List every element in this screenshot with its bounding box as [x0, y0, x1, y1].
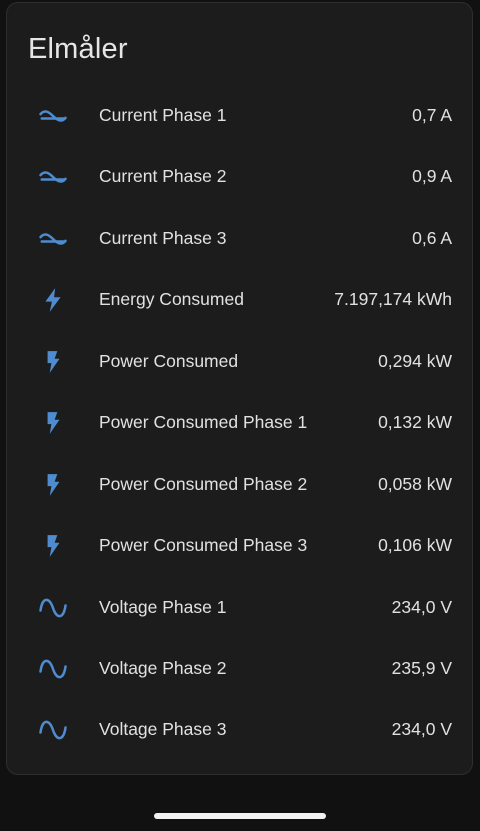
- entities-card: Elmåler Current Phase 1 0,7 A Current Ph…: [6, 2, 473, 775]
- entity-name: Power Consumed Phase 1: [99, 412, 308, 433]
- entity-value: 7.197,174 kWh: [334, 289, 452, 310]
- entity-value: 0,132 kW: [378, 412, 452, 433]
- entity-row-power-consumed-phase-1[interactable]: Power Consumed Phase 1 0,132 kW: [7, 392, 472, 453]
- entity-list: Current Phase 1 0,7 A Current Phase 2 0,…: [7, 85, 472, 761]
- entity-value: 234,0 V: [391, 596, 452, 617]
- entity-name: Voltage Phase 3: [99, 719, 227, 740]
- current-ac-icon: [35, 159, 71, 195]
- entity-value: 234,0 V: [391, 719, 452, 740]
- entity-name: Voltage Phase 2: [99, 657, 227, 678]
- entity-row-power-consumed[interactable]: Power Consumed 0,294 kW: [7, 331, 472, 392]
- sine-wave-icon: [35, 651, 71, 687]
- entity-row-current-phase-3[interactable]: Current Phase 3 0,6 A: [7, 208, 472, 269]
- flash-icon: [35, 344, 71, 380]
- entity-value: 0,6 A: [412, 227, 452, 248]
- entity-row-voltage-phase-1[interactable]: Voltage Phase 1 234,0 V: [7, 577, 472, 638]
- entity-name: Energy Consumed: [99, 289, 244, 310]
- entity-name: Current Phase 2: [99, 166, 227, 187]
- entity-row-voltage-phase-2[interactable]: Voltage Phase 2 235,9 V: [7, 638, 472, 699]
- entity-row-current-phase-2[interactable]: Current Phase 2 0,9 A: [7, 146, 472, 207]
- entity-value: 235,9 V: [391, 657, 452, 678]
- entity-name: Voltage Phase 1: [99, 596, 227, 617]
- entity-row-power-consumed-phase-2[interactable]: Power Consumed Phase 2 0,058 kW: [7, 454, 472, 515]
- entity-value: 0,294 kW: [378, 350, 452, 371]
- entity-name: Power Consumed Phase 2: [99, 473, 308, 494]
- entity-value: 0,7 A: [412, 105, 452, 125]
- current-ac-icon: [35, 98, 71, 134]
- entity-row-voltage-phase-3[interactable]: Voltage Phase 3 234,0 V: [7, 699, 472, 760]
- entity-name: Current Phase 3: [99, 227, 227, 248]
- flash-icon: [35, 405, 71, 441]
- sine-wave-icon: [35, 712, 71, 748]
- entity-row-power-consumed-phase-3[interactable]: Power Consumed Phase 3 0,106 kW: [7, 515, 472, 576]
- entity-row-current-phase-1[interactable]: Current Phase 1 0,7 A: [7, 85, 472, 146]
- entity-name: Power Consumed Phase 3: [99, 535, 308, 556]
- card-title: Elmåler: [28, 33, 128, 65]
- flash-icon: [35, 528, 71, 564]
- flash-icon: [35, 467, 71, 503]
- entity-value: 0,9 A: [412, 166, 452, 187]
- current-ac-icon: [35, 221, 71, 257]
- entity-value: 0,106 kW: [378, 535, 452, 556]
- entity-name: Power Consumed: [99, 350, 239, 371]
- entity-value: 0,058 kW: [378, 473, 452, 494]
- home-indicator[interactable]: [154, 813, 326, 819]
- sine-wave-icon: [35, 590, 71, 626]
- entity-row-energy-consumed[interactable]: Energy Consumed 7.197,174 kWh: [7, 269, 472, 330]
- entity-name: Current Phase 1: [99, 105, 227, 125]
- lightning-bolt-icon: [35, 282, 71, 318]
